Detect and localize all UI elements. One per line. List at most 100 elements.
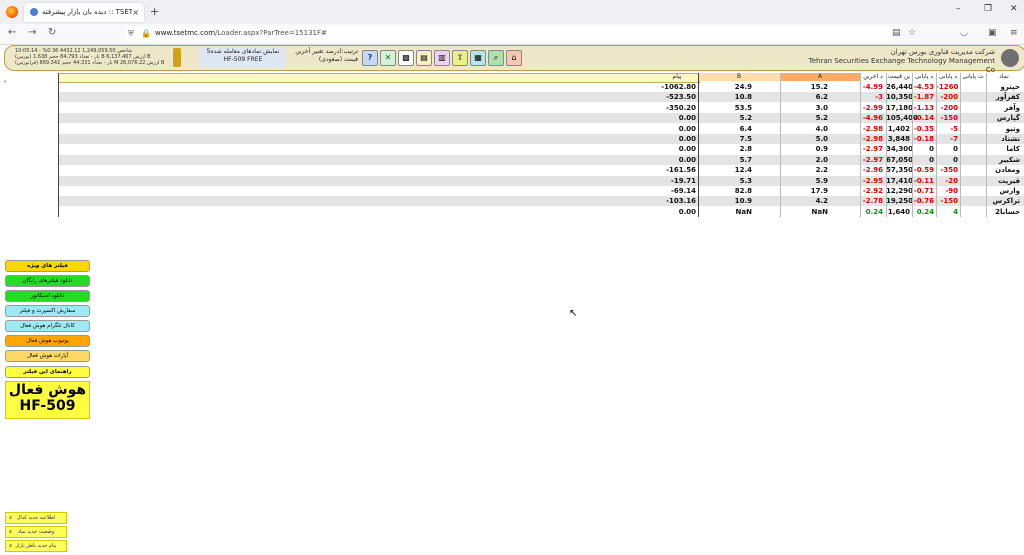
cell-symbol[interactable]: حپترو	[960, 82, 1020, 92]
col-header-last-price[interactable]: ین قیمت	[886, 73, 912, 81]
market-summary: 10:05:14 - %0.36 4432.12 1,249,059.50 شا…	[15, 48, 165, 66]
grid-select-icon[interactable]: ▩	[398, 50, 414, 66]
cell-symbol[interactable]: تشتاد	[960, 134, 1020, 144]
reader-view-icon[interactable]: ▤	[892, 28, 901, 38]
side-link-button[interactable]: دانلود فیلترهای رایگان	[5, 275, 90, 287]
cell-c4: -2.92	[862, 187, 883, 195]
col-header-close-pct[interactable]: د پایانی	[912, 73, 936, 81]
column-divider	[698, 73, 699, 218]
cell-symbol[interactable]: شکبیر	[960, 155, 1020, 165]
cell-symbol[interactable]: کفرآور	[960, 92, 1020, 102]
col-header-last-change[interactable]: ت پایانی	[960, 73, 986, 81]
cell-symbol[interactable]: گپارس	[960, 113, 1020, 123]
app-menu-icon[interactable]: ≡	[1010, 28, 1018, 38]
forward-button[interactable]: →	[28, 27, 36, 38]
up-arrow-icon[interactable]: ⇧	[452, 50, 468, 66]
extensions-icon[interactable]: ▣	[988, 28, 997, 38]
help-icon[interactable]: ?	[362, 50, 378, 66]
table-row[interactable]: -523.50 10.8 6.2 -3 10,350 -1.87 -200 کفرآور	[58, 92, 1024, 103]
side-link-button[interactable]: کانال تلگرام هوش فعال	[5, 320, 90, 332]
cell-c3: 12,290	[886, 187, 914, 195]
notice-label: اطلاعیه جدید کدال	[16, 515, 56, 521]
cell-c2: -0.11	[913, 176, 934, 185]
table-row[interactable]: 0.00 2.8 0.9 -2.97 34,300 0 0 کاما	[58, 144, 1024, 154]
side-link-button[interactable]: سفارش اکسپرت و فیلتر	[5, 305, 90, 317]
table-row[interactable]: -19.71 5.3 5.9 -2.95 17,410 -0.11 -20 قیرپت	[58, 175, 1024, 186]
cell-c2: -0.71	[913, 187, 934, 195]
shield-icon[interactable]: ⛨	[128, 29, 134, 39]
home-icon[interactable]: ⌂	[506, 50, 522, 66]
firefox-menu-icon[interactable]	[6, 6, 18, 18]
sort-info[interactable]: ترتیب:(درصد تغییر آخرین قیمت (صعودی)	[288, 48, 358, 64]
tsetmc-logo-icon[interactable]	[1001, 49, 1019, 67]
cell-symbol[interactable]: وارس	[960, 186, 1020, 196]
notice-button[interactable]: x پیام جدید ناظر بازار	[5, 540, 67, 552]
browser-tab[interactable]: دیده بان بازار پیشرفته :: TSETMC ×	[24, 3, 144, 22]
show-traded-box[interactable]: 5نمایش نمادهای معامله شده HF-509 FREE	[200, 48, 286, 67]
new-tab-button[interactable]: +	[150, 5, 159, 18]
grid-view-icon[interactable]: ▦	[470, 50, 486, 66]
side-link-button[interactable]: یوتیوب هوش فعال	[5, 335, 90, 347]
calendar-icon[interactable]: ▥	[434, 50, 450, 66]
cell-symbol[interactable]: ومعادن	[960, 165, 1020, 175]
notice-button[interactable]: x اطلاعیه جدید کدال	[5, 512, 67, 524]
table-row[interactable]: -103.16 10.9 4.2 -2.78 19,250 -0.76 -150 تراکرس	[58, 196, 1024, 207]
table-row[interactable]: -350.20 53.5 3.0 -2.99 17,180 -1.13 -200 وآفر	[58, 103, 1024, 113]
table-row[interactable]: 0.00 6.4 4.0 -2.98 1,402 -0.35 -5 وتپو	[58, 124, 1024, 134]
table-row[interactable]: -69.14 82.8 17.9 -2.92 12,290 -0.71 -90 وارس	[58, 186, 1024, 196]
bookmark-star-icon[interactable]: ☆	[908, 28, 916, 38]
cell-symbol[interactable]: قیرپت	[960, 176, 1020, 186]
col-header-b[interactable]: B	[698, 73, 780, 81]
table-row[interactable]: 0.00 7.5 5.0 -2.98 3,848 -0.18 -7 تشتاد	[58, 134, 1024, 144]
cell-c2: 0	[929, 155, 934, 164]
cell-b: 5.3	[739, 176, 752, 185]
cell-symbol[interactable]: تراکرس	[960, 196, 1020, 206]
tab-close-icon[interactable]: ×	[132, 3, 139, 22]
side-link-button[interactable]: دانلود اندیکاتور	[5, 290, 90, 302]
reload-button[interactable]: ↻	[48, 27, 56, 38]
excel-icon[interactable]: ✕	[380, 50, 396, 66]
table-row[interactable]: -1062.80 24.9 15.2 -4.99 26,440 -4.53 -1260 حپت…	[58, 82, 1024, 92]
close-window-button[interactable]: ✕	[1010, 4, 1018, 14]
cell-c4: -2.97	[862, 155, 883, 164]
notice-close-icon[interactable]: x	[9, 527, 12, 537]
cell-c3: 57,350	[886, 166, 914, 175]
notice-close-icon[interactable]: x	[9, 541, 12, 551]
col-header-symbol[interactable]: نماد	[986, 73, 1022, 81]
cell-symbol[interactable]: حسابا2	[960, 207, 1020, 217]
cell-symbol[interactable]: وتپو	[960, 124, 1020, 134]
back-button[interactable]: ←	[8, 27, 16, 38]
notice-button[interactable]: x وضعیت جدید نماد	[5, 526, 67, 538]
cell-c2: -0.59	[913, 166, 934, 175]
cell-c1: -150	[940, 197, 958, 206]
column-divider	[912, 73, 913, 218]
cell-c3: 19,250	[886, 197, 914, 206]
pocket-icon[interactable]: ◡	[960, 28, 968, 38]
minimize-button[interactable]: –	[956, 4, 961, 14]
mouse-cursor-icon: ↖	[569, 308, 578, 319]
side-link-button[interactable]: راهنمای این فیلتر	[5, 366, 90, 378]
notice-close-icon[interactable]: x	[9, 513, 12, 523]
hf509-button[interactable]: هوش فعال HF-509	[5, 381, 90, 419]
maximize-button[interactable]: ❐	[984, 4, 992, 14]
col-header-msg[interactable]: پیام	[658, 73, 696, 81]
col-header-last-pct[interactable]: د پایانی	[936, 73, 960, 81]
cell-c4: -4.99	[862, 83, 883, 91]
scroll-up-icon[interactable]: ˄	[3, 80, 7, 89]
cell-symbol[interactable]: وآفر	[960, 103, 1020, 113]
cell-msg: 0.00	[678, 124, 696, 133]
cell-a: 4.2	[815, 197, 828, 206]
table-row[interactable]: 0.00 5.7 2.0 -2.97 67,050 0 0 شکبیر	[58, 154, 1024, 165]
side-link-button[interactable]: آپارات هوش فعال	[5, 350, 90, 362]
col-header-close-chg[interactable]: د آخرین	[860, 73, 886, 81]
table-row[interactable]: 0.00 5.2 5.2 -4.96 105,400 -0.14 -150 گپارس	[58, 113, 1024, 124]
document-icon[interactable]: ▤	[416, 50, 432, 66]
search-icon[interactable]: ⌕	[488, 50, 504, 66]
col-header-a[interactable]: A	[780, 73, 860, 81]
cell-symbol[interactable]: کاما	[960, 144, 1020, 154]
side-link-button[interactable]: فیلتر های ویژه	[5, 260, 90, 272]
lock-icon[interactable]: 🔒	[141, 29, 151, 38]
table-row[interactable]: -161.56 12.4 2.2 -2.96 57,350 -0.59 -350 ومعادن	[58, 165, 1024, 175]
table-row[interactable]: 0.00 NaN NaN 0.24 1,640 0.24 4 حسابا2	[58, 207, 1024, 217]
cell-c2: -4.53	[913, 83, 934, 91]
